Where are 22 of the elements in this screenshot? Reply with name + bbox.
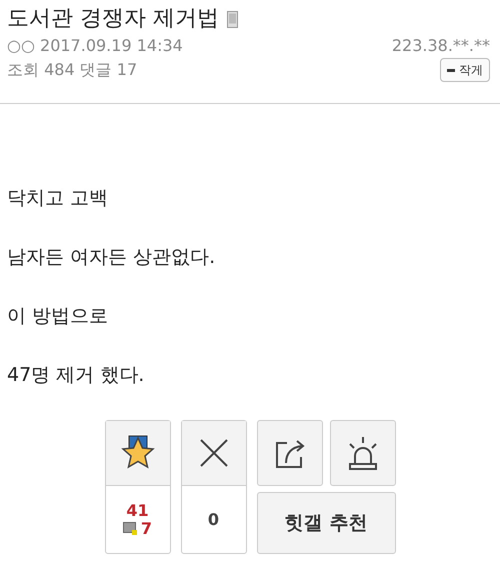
ip-address: 223.38.**.** <box>392 35 490 57</box>
body-text: 47명 제거 했다. <box>7 363 146 388</box>
dislike-count: 0 <box>208 508 220 530</box>
author-date: ○○ 2017.09.19 14:34 <box>7 35 183 57</box>
post-title: 도서관 경쟁자 제거법 <box>7 5 219 33</box>
dislike-button[interactable] <box>182 421 246 486</box>
share-button[interactable] <box>256 420 322 486</box>
star-icon <box>120 435 156 471</box>
font-size-button[interactable]: 작게 <box>440 58 490 82</box>
body-text: 남자든 여자든 상관없다. <box>7 245 216 270</box>
mobile-recommend-count: 7 <box>140 520 152 538</box>
close-icon <box>200 439 228 467</box>
body-text: 닥치고 고백 <box>7 186 110 211</box>
mobile-icon <box>122 522 137 535</box>
recommend-count: 41 <box>126 502 149 520</box>
phone-icon <box>227 10 238 28</box>
body-text: 이 방법으로 <box>7 304 110 329</box>
minus-icon <box>447 68 455 72</box>
recommend-button[interactable] <box>106 421 170 486</box>
hit-gallery-recommend-button[interactable]: 힛갤 추천 <box>256 492 396 554</box>
report-button[interactable] <box>330 420 396 486</box>
view-comment-count: 조회 484 댓글 17 <box>7 59 138 81</box>
